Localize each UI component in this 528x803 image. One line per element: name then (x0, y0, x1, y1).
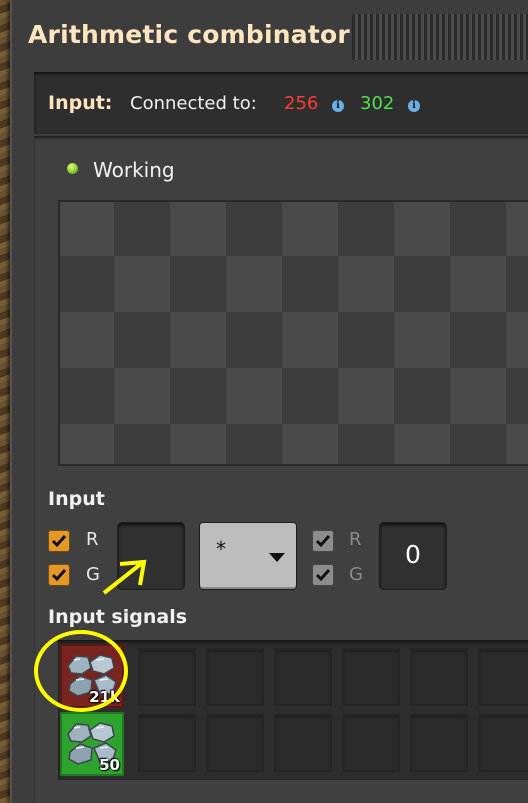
signal-cell (342, 648, 400, 706)
left-red-label: R (86, 529, 99, 550)
connection-label: Input: (48, 92, 113, 114)
main-panel: Working Input R G * R G 0 Input signals (34, 136, 528, 803)
signal-cell (410, 714, 468, 772)
info-icon[interactable]: i (332, 100, 344, 112)
status-text: Working (93, 158, 175, 182)
first-signal-slot[interactable] (118, 523, 184, 589)
entity-preview (58, 200, 528, 466)
left-green-label: G (86, 564, 100, 585)
connection-text: Connected to: (130, 93, 257, 114)
left-green-checkbox[interactable] (48, 564, 70, 586)
signal-count: 50 (99, 756, 120, 774)
right-red-label: R (349, 529, 362, 550)
info-icon[interactable]: i (408, 100, 420, 112)
connection-bar: Input: Connected to: 256 i 302 i (34, 72, 528, 134)
signal-cell (342, 714, 400, 772)
signal-item-stone-green[interactable]: 50 (60, 712, 124, 776)
constant-slot[interactable]: 0 (380, 523, 446, 589)
checkmark-icon (51, 535, 67, 548)
checkmark-icon (51, 569, 67, 582)
right-green-checkbox[interactable] (312, 564, 334, 586)
checkmark-icon (315, 569, 331, 582)
operator-value: * (216, 537, 226, 561)
checkmark-icon (315, 535, 331, 548)
right-red-checkbox[interactable] (312, 530, 334, 552)
signal-cell (206, 648, 264, 706)
combinator-window: Arithmetic combinator Input: Connected t… (10, 0, 528, 803)
chevron-down-icon (269, 553, 285, 562)
signal-cell (138, 648, 196, 706)
signal-cell (206, 714, 264, 772)
green-network-id: 302 (360, 93, 395, 114)
signal-count: 21k (89, 688, 120, 706)
right-green-label: G (349, 564, 363, 585)
signal-cell (274, 648, 332, 706)
left-red-checkbox[interactable] (48, 530, 70, 552)
signal-cell (478, 714, 528, 772)
signal-cell (274, 714, 332, 772)
window-title: Arithmetic combinator (28, 20, 350, 49)
signal-item-stone-red[interactable]: 21k (60, 644, 124, 708)
drag-handle[interactable] (352, 14, 528, 60)
signal-cell (410, 648, 468, 706)
input-signals-heading: Input signals (48, 606, 188, 628)
input-heading: Input (48, 488, 105, 510)
red-network-id: 256 (284, 93, 319, 114)
titlebar[interactable]: Arithmetic combinator (10, 0, 528, 70)
signal-cell (478, 648, 528, 706)
signal-cell (138, 714, 196, 772)
input-signals-grid: 21k 50 (58, 640, 528, 780)
operator-dropdown[interactable]: * (200, 523, 296, 589)
constant-value: 0 (405, 540, 421, 569)
status-indicator-icon (67, 163, 78, 174)
